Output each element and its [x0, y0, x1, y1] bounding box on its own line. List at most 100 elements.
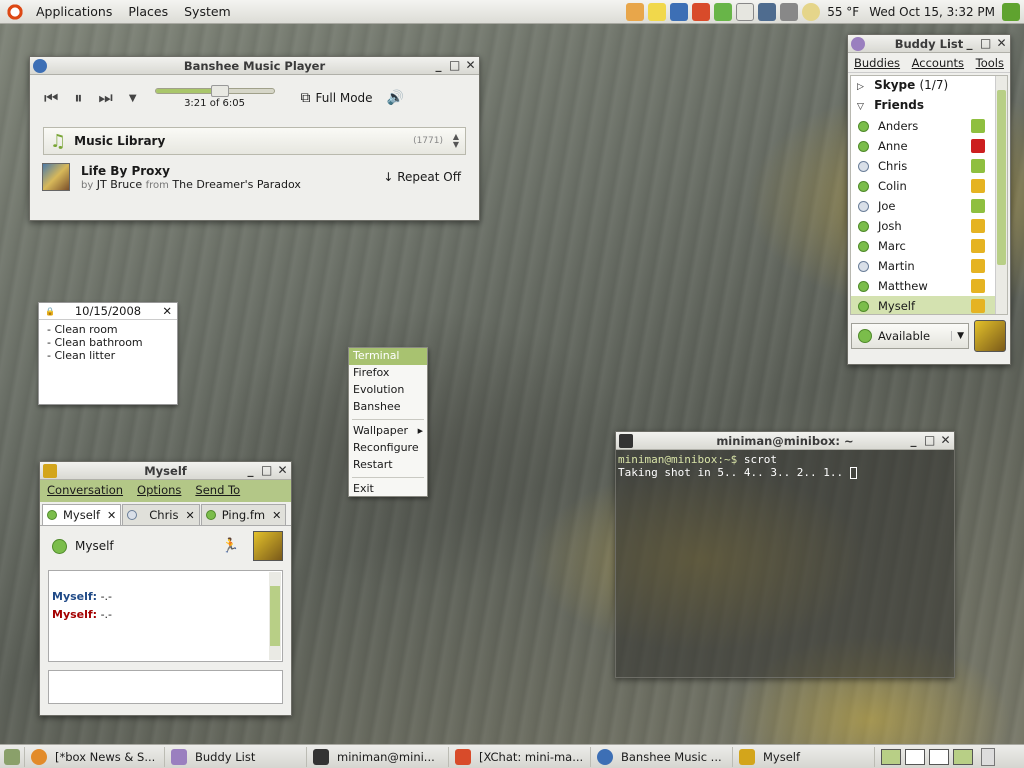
sticky-note[interactable]: 🔒 10/15/2008 ✕ - Clean room - Clean bath…	[38, 302, 178, 405]
close-button[interactable]: ✕	[277, 463, 288, 477]
show-desktop-button[interactable]	[0, 746, 25, 767]
task-news[interactable]: [*box News & S...	[25, 746, 165, 767]
weather-temp[interactable]: 55 °F	[824, 5, 862, 19]
note-list[interactable]: - Clean room - Clean bathroom - Clean li…	[39, 320, 177, 365]
terminal-titlebar[interactable]: miniman@minibox: ~ _ □ ✕	[616, 432, 954, 450]
maximize-button[interactable]: □	[924, 433, 935, 447]
menu-item-evolution[interactable]: Evolution	[349, 382, 427, 399]
seek-track[interactable]	[154, 84, 275, 97]
chevron-down-icon[interactable]: ▼	[129, 93, 137, 104]
menu-item-banshee[interactable]: Banshee	[349, 399, 427, 416]
buddy-row[interactable]: Anne	[851, 136, 1007, 156]
tab-chris[interactable]: Chris ✕	[122, 504, 200, 525]
source-spinner-icon[interactable]: ▲ ▼	[453, 133, 459, 149]
buddy-row[interactable]: Marc	[851, 236, 1007, 256]
menu-buddies[interactable]: Buddies	[854, 56, 900, 70]
expand-icon[interactable]: ▷	[857, 82, 864, 92]
xchat-tray-icon[interactable]	[626, 3, 645, 21]
tab-myself[interactable]: Myself ✕	[42, 504, 122, 525]
workspace-1[interactable]	[881, 748, 901, 765]
buddy-row[interactable]: Matthew	[851, 276, 1007, 296]
collapse-icon[interactable]: ▽	[857, 102, 864, 112]
applications-menu[interactable]: Applications	[28, 4, 120, 19]
buddy-scrollbar[interactable]	[995, 76, 1007, 314]
workspace-3[interactable]	[929, 748, 949, 765]
banshee-titlebar[interactable]: Banshee Music Player _ □ ✕	[30, 57, 479, 75]
group-skype[interactable]: ▷ Skype (1/7)	[851, 76, 1007, 96]
ubuntu-logo-icon[interactable]	[6, 2, 24, 21]
close-button[interactable]: ✕	[940, 433, 951, 447]
menu-accounts[interactable]: Accounts	[912, 56, 964, 70]
terminal-app-icon[interactable]	[619, 433, 633, 448]
conversation-titlebar[interactable]: Myself _ □ ✕	[40, 462, 291, 480]
trash-icon[interactable]	[981, 747, 995, 766]
notes-tray-icon[interactable]	[648, 3, 667, 21]
message-log[interactable]: Myself: -.- Myself: -.-	[48, 570, 283, 662]
log-scrollbar[interactable]	[269, 572, 281, 660]
menu-item-wallpaper[interactable]: Wallpaper ▶	[349, 423, 427, 440]
buddy-row[interactable]: Anders	[851, 116, 1007, 136]
source-selector[interactable]: ♫ Music Library (1771) ▲ ▼	[43, 127, 466, 155]
maximize-button[interactable]: □	[261, 463, 272, 477]
close-button[interactable]: ✕	[996, 36, 1007, 50]
buddy-row[interactable]: Joe	[851, 196, 1007, 216]
menu-item-terminal[interactable]: Terminal	[349, 348, 427, 365]
next-icon[interactable]: ⏭	[98, 88, 112, 108]
system-menu[interactable]: System	[176, 4, 239, 19]
status-selector[interactable]: Available ▼	[851, 323, 969, 349]
close-tab-icon[interactable]: ✕	[186, 509, 195, 522]
minimize-button[interactable]: _	[964, 36, 975, 50]
task-myself[interactable]: Myself	[733, 746, 875, 767]
minimize-button[interactable]: _	[433, 58, 444, 72]
places-menu[interactable]: Places	[120, 4, 176, 19]
logout-icon[interactable]	[1002, 3, 1020, 21]
menu-tools[interactable]: Tools	[976, 56, 1004, 70]
scrollbar-thumb[interactable]	[270, 586, 280, 646]
workspace-4[interactable]	[953, 748, 973, 765]
buddy-row[interactable]: Josh	[851, 216, 1007, 236]
clock[interactable]: Wed Oct 15, 3:32 PM	[866, 5, 998, 19]
close-icon[interactable]: ✕	[162, 304, 172, 318]
network-tray-icon[interactable]	[758, 3, 777, 21]
close-tab-icon[interactable]: ✕	[272, 509, 281, 522]
full-mode-button[interactable]: ⧉ Full Mode	[301, 90, 373, 106]
menu-conversation[interactable]: Conversation	[47, 483, 123, 499]
task-buddy-list[interactable]: Buddy List	[165, 746, 307, 767]
buddy-titlebar[interactable]: Buddy List _ □ ✕	[848, 35, 1010, 53]
maximize-button[interactable]: □	[980, 36, 991, 50]
task-banshee[interactable]: Banshee Music ...	[591, 746, 733, 767]
terminal-output[interactable]: miniman@minibox:~$ scrot Taking shot in …	[616, 450, 954, 482]
chevron-down-icon[interactable]: ▼	[951, 331, 964, 341]
menu-item-exit[interactable]: Exit	[349, 481, 427, 498]
buddy-row[interactable]: Chris	[851, 156, 1007, 176]
tools-tray-icon[interactable]	[692, 3, 711, 21]
group-friends[interactable]: ▽ Friends	[851, 96, 1007, 116]
buddy-row-selected[interactable]: Myself	[851, 296, 1007, 314]
volume-tray-icon[interactable]	[780, 3, 799, 21]
repeat-button[interactable]: ↓ Repeat Off	[383, 170, 461, 184]
avatar[interactable]	[974, 320, 1006, 352]
minimize-button[interactable]: _	[908, 433, 919, 447]
menu-item-firefox[interactable]: Firefox	[349, 365, 427, 382]
buddy-row[interactable]: Colin	[851, 176, 1007, 196]
album-cover[interactable]	[42, 163, 70, 191]
menu-options[interactable]: Options	[137, 483, 181, 499]
task-xchat[interactable]: [XChat: mini-ma...	[449, 746, 591, 767]
pidgin-tray-icon[interactable]	[714, 3, 733, 21]
message-input[interactable]	[48, 670, 283, 704]
lock-icon[interactable]: 🔒	[45, 307, 55, 316]
maximize-button[interactable]: □	[449, 58, 460, 72]
tab-pingfm[interactable]: Ping.fm ✕	[200, 504, 287, 525]
avatar-app-icon[interactable]	[43, 463, 57, 478]
seek-slider[interactable]: 3:21 of 6:05	[154, 84, 275, 109]
scrollbar-thumb[interactable]	[997, 90, 1006, 265]
note-header[interactable]: 🔒 10/15/2008 ✕	[39, 303, 177, 320]
banshee-tray-icon[interactable]	[670, 3, 689, 21]
menu-item-reconfigure[interactable]: Reconfigure	[349, 440, 427, 457]
avatar[interactable]	[253, 531, 283, 561]
previous-icon[interactable]: ⏮	[44, 88, 58, 108]
close-button[interactable]: ✕	[465, 58, 476, 72]
pause-icon[interactable]: ⏸	[74, 88, 82, 108]
volume-icon[interactable]: 🔊	[387, 90, 404, 106]
menu-item-restart[interactable]: Restart	[349, 457, 427, 474]
